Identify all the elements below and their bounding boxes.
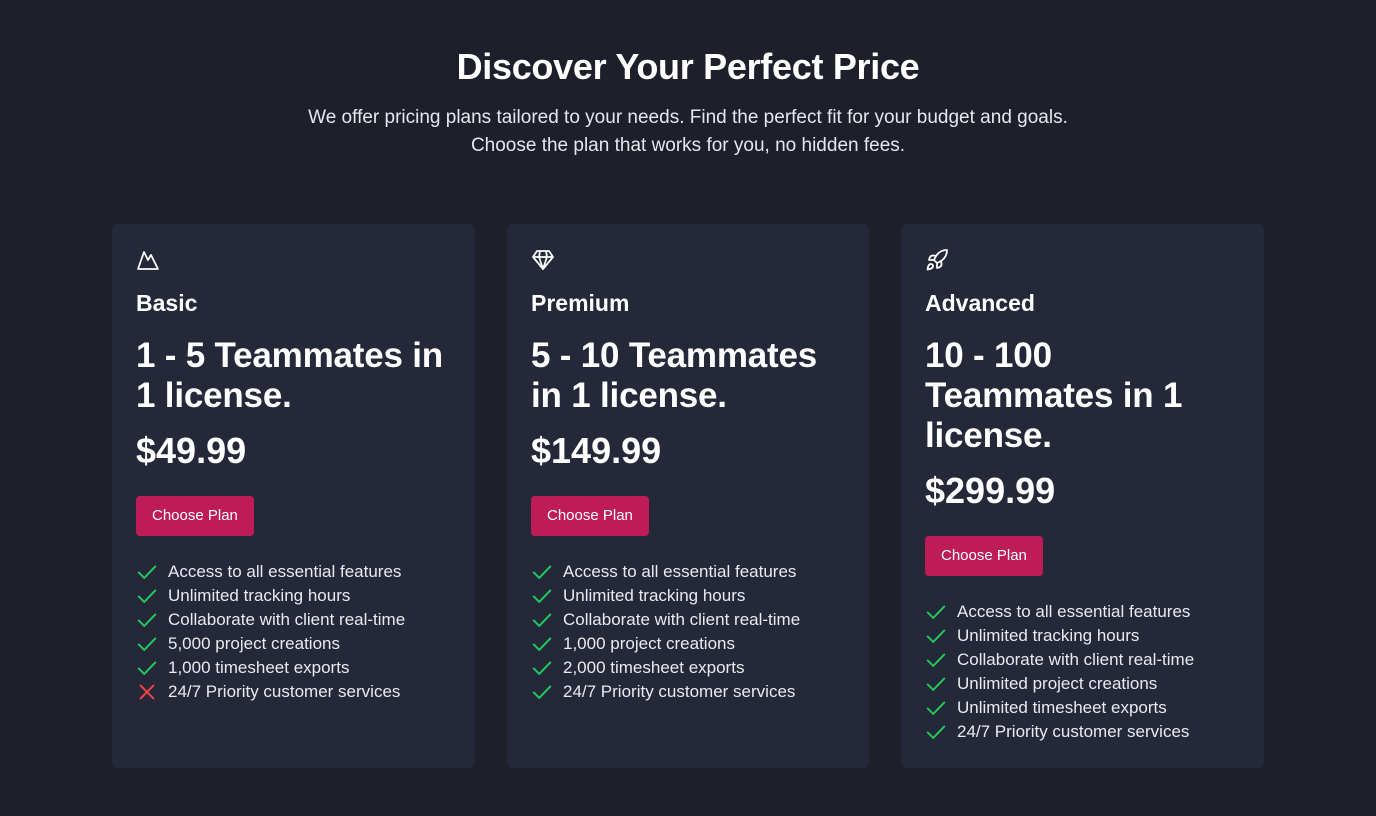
feature-text: Unlimited tracking hours — [563, 586, 746, 605]
feature-text: Access to all essential features — [168, 562, 402, 581]
subtitle-line-2: Choose the plan that works for you, no h… — [470, 135, 906, 156]
check-icon — [925, 673, 947, 695]
feature-text: Unlimited tracking hours — [168, 586, 351, 605]
feature-item: Collaborate with client real-time — [136, 608, 405, 632]
plan-headline: 10 - 100 Teammates in 1 license. — [925, 336, 1183, 455]
check-icon — [136, 657, 158, 679]
check-icon — [136, 585, 158, 607]
mountain-icon — [136, 248, 160, 272]
feature-item: 24/7 Priority customer services — [531, 680, 800, 704]
feature-text: 2,000 timesheet exports — [563, 658, 745, 677]
feature-text: 1,000 timesheet exports — [168, 658, 350, 677]
choose-plan-button[interactable]: Choose Plan — [531, 496, 649, 536]
feature-item: Unlimited project creations — [925, 672, 1194, 696]
feature-item: 1,000 timesheet exports — [136, 656, 405, 680]
plan-price: $149.99 — [531, 430, 662, 471]
feature-text: Collaborate with client real-time — [168, 610, 406, 629]
check-icon — [531, 609, 553, 631]
feature-text: Unlimited project creations — [957, 674, 1158, 693]
plan-name: Advanced — [925, 290, 1035, 316]
feature-text: Collaborate with client real-time — [563, 610, 801, 629]
feature-item: 24/7 Priority customer services — [136, 680, 405, 704]
check-icon — [531, 561, 553, 583]
feature-text: Collaborate with client real-time — [957, 650, 1195, 669]
pricing-card-advanced: Advanced 10 - 100 Teammates in 1 license… — [901, 224, 1264, 768]
check-icon — [136, 633, 158, 655]
feature-item: Collaborate with client real-time — [531, 608, 800, 632]
check-icon — [925, 625, 947, 647]
pricing-card-basic: Basic 1 - 5 Teammates in 1 license. $49.… — [112, 224, 475, 768]
plan-headline: 5 - 10 Teammates in 1 license. — [531, 336, 818, 415]
check-icon — [925, 601, 947, 623]
check-icon — [531, 585, 553, 607]
feature-text: 24/7 Priority customer services — [563, 682, 796, 701]
feature-text: Unlimited timesheet exports — [957, 698, 1167, 717]
feature-item: 2,000 timesheet exports — [531, 656, 800, 680]
feature-item: Unlimited tracking hours — [925, 624, 1194, 648]
check-icon — [925, 697, 947, 719]
choose-plan-button[interactable]: Choose Plan — [136, 496, 254, 536]
cross-icon — [136, 681, 158, 703]
page-title: Discover Your Perfect Price — [456, 46, 920, 87]
check-icon — [531, 681, 553, 703]
rocket-icon — [925, 248, 949, 272]
feature-item: Unlimited tracking hours — [136, 584, 405, 608]
feature-text: 24/7 Priority customer services — [957, 722, 1190, 741]
feature-item: Collaborate with client real-time — [925, 648, 1194, 672]
feature-text: 5,000 project creations — [168, 634, 340, 653]
feature-item: Access to all essential features — [531, 560, 800, 584]
feature-item: 1,000 project creations — [531, 632, 800, 656]
feature-item: 5,000 project creations — [136, 632, 405, 656]
check-icon — [925, 649, 947, 671]
plan-headline: 1 - 5 Teammates in 1 license. — [136, 336, 443, 415]
feature-item: Unlimited timesheet exports — [925, 696, 1194, 720]
feature-item: Access to all essential features — [925, 600, 1194, 624]
feature-text: Access to all essential features — [957, 602, 1191, 621]
feature-item: Access to all essential features — [136, 560, 405, 584]
plan-price: $49.99 — [136, 430, 247, 471]
page-subtitle: We offer pricing plans tailored to your … — [238, 104, 1138, 160]
pricing-page: Discover Your Perfect Price We offer pri… — [0, 0, 1376, 816]
check-icon — [925, 721, 947, 743]
feature-list: Access to all essential features Unlimit… — [531, 560, 800, 704]
plan-price: $299.99 — [925, 470, 1056, 511]
diamond-icon — [531, 248, 555, 272]
subtitle-line-1: We offer pricing plans tailored to your … — [308, 107, 1068, 128]
choose-plan-button[interactable]: Choose Plan — [925, 536, 1043, 576]
pricing-card-premium: Premium 5 - 10 Teammates in 1 license. $… — [507, 224, 869, 768]
feature-list: Access to all essential features Unlimit… — [136, 560, 405, 704]
feature-text: Access to all essential features — [563, 562, 797, 581]
check-icon — [136, 609, 158, 631]
feature-item: 24/7 Priority customer services — [925, 720, 1194, 744]
feature-item: Unlimited tracking hours — [531, 584, 800, 608]
check-icon — [531, 633, 553, 655]
plan-name: Premium — [531, 290, 630, 316]
plan-name: Basic — [136, 290, 198, 316]
feature-text: Unlimited tracking hours — [957, 626, 1140, 645]
check-icon — [531, 657, 553, 679]
feature-text: 24/7 Priority customer services — [168, 682, 401, 701]
feature-text: 1,000 project creations — [563, 634, 735, 653]
check-icon — [136, 561, 158, 583]
feature-list: Access to all essential features Unlimit… — [925, 600, 1194, 744]
